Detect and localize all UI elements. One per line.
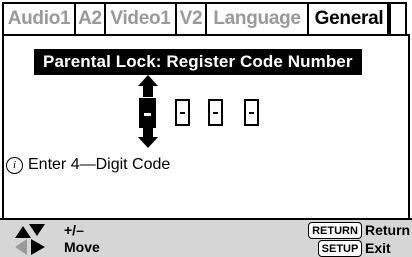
code-digit-4[interactable] [244, 99, 259, 126]
arrow-down-icon [138, 126, 158, 148]
move-label: Move [64, 239, 100, 255]
footer-bar: +/– Move RETURN Return SETUP Exit [0, 218, 412, 257]
setup-key-badge[interactable]: SETUP [318, 240, 362, 257]
arrow-up-icon [138, 75, 158, 97]
tab-bar: Audio1 A2 Video1 V2 Language General [2, 2, 407, 36]
return-key-badge[interactable]: RETURN [308, 222, 362, 239]
up-down-arrows-icon [15, 224, 45, 238]
tab-video1[interactable]: Video1 [104, 2, 177, 36]
tab-v2[interactable]: V2 [175, 2, 207, 36]
tab-language[interactable]: Language [205, 2, 309, 36]
change-label: +/– [64, 222, 84, 238]
left-right-arrows-icon [15, 239, 45, 255]
hint-text: Enter 4—Digit Code [28, 156, 171, 173]
general-panel: Parental Lock: Register Code Number i En… [2, 34, 410, 220]
info-icon: i [6, 156, 23, 174]
tab-audio1[interactable]: Audio1 [2, 2, 76, 36]
code-digit-2[interactable] [175, 99, 190, 126]
page-title: Parental Lock: Register Code Number [34, 49, 362, 75]
tab-general[interactable]: General [307, 2, 391, 36]
code-digit-3[interactable] [208, 99, 223, 126]
hint-row: i Enter 4—Digit Code [6, 156, 170, 174]
code-digit-1[interactable] [139, 98, 156, 128]
setup-screen: Audio1 A2 Video1 V2 Language General Par… [0, 0, 412, 257]
exit-label: Exit [365, 240, 391, 256]
tab-bar-spacer [387, 2, 407, 36]
tab-a2[interactable]: A2 [74, 2, 106, 36]
return-label: Return [365, 222, 411, 238]
